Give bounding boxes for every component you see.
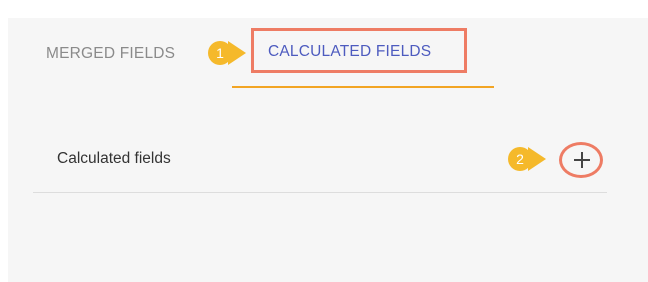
section-divider: [33, 192, 607, 193]
plus-icon: [574, 152, 590, 168]
tab-merged-fields[interactable]: MERGED FIELDS: [46, 40, 175, 68]
callout-badge-1: 1: [208, 41, 246, 65]
tab-calculated-fields[interactable]: CALCULATED FIELDS: [268, 38, 431, 66]
callout-badge-2: 2: [508, 147, 546, 171]
add-calculated-field-button[interactable]: [559, 142, 603, 178]
active-tab-indicator: [232, 86, 494, 88]
section-label-calculated-fields: Calculated fields: [57, 150, 171, 167]
